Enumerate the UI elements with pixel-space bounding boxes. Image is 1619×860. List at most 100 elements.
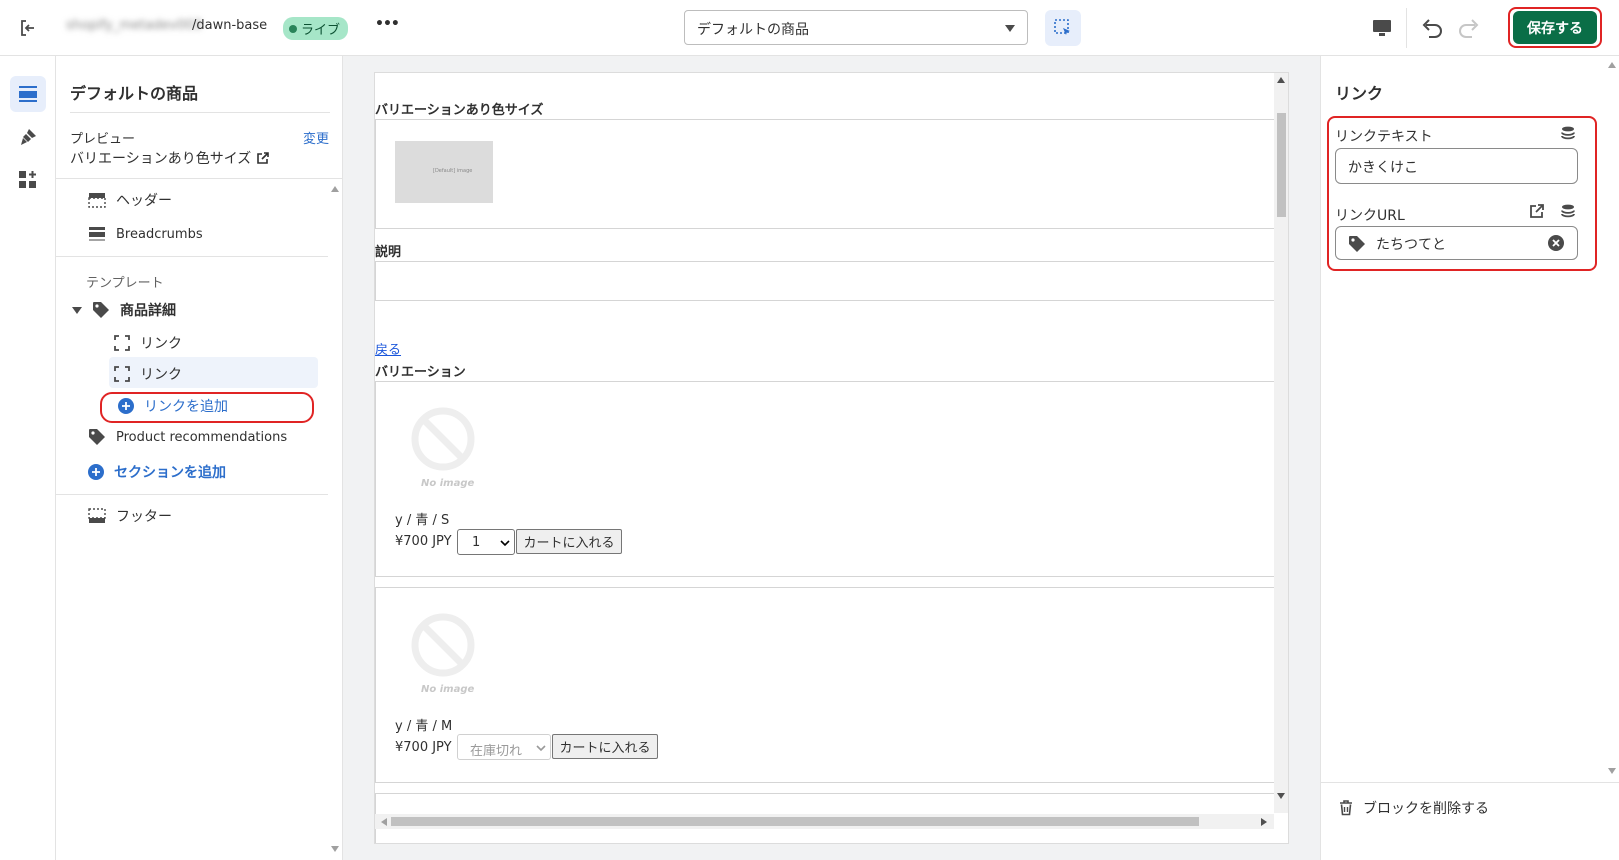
sections-tab[interactable] (10, 76, 46, 112)
settings-title: リンク (1335, 84, 1384, 103)
block-icon (114, 366, 130, 382)
variations-label: バリエーション (375, 365, 466, 380)
exit-icon[interactable] (14, 14, 42, 42)
section-product-recommendations-label: Product recommendations (116, 429, 288, 445)
description-label: 説明 (375, 245, 402, 260)
divider (1406, 8, 1407, 48)
no-image-icon (411, 613, 475, 677)
right-scrollbar[interactable] (1604, 56, 1619, 780)
desktop-view-button[interactable] (1368, 14, 1396, 42)
thumbnail-caption: [Default] image (433, 168, 473, 174)
block-link-1-label: リンク (140, 336, 182, 352)
block-link-1[interactable]: リンク (114, 333, 182, 353)
scroll-up-icon (1277, 77, 1285, 83)
icon-rail (0, 56, 56, 860)
link-text-value: かきくけこ (1348, 160, 1418, 176)
plus-circle-icon (88, 464, 104, 480)
dynamic-source-icon[interactable] (1561, 126, 1575, 141)
variant-name: y / 青 / M (395, 719, 453, 734)
variant-price: ¥700 JPY (395, 740, 452, 755)
save-button[interactable]: 保存する (1513, 11, 1597, 44)
template-select[interactable]: デフォルトの商品 (684, 10, 1028, 45)
preview-horizontal-scrollbar[interactable] (375, 814, 1274, 829)
divider (56, 178, 342, 179)
undo-icon (1422, 19, 1442, 38)
chevron-down-icon (500, 540, 510, 547)
section-icon (89, 227, 105, 241)
theme-settings-tab[interactable] (10, 119, 46, 155)
block-link-2-label: リンク (140, 367, 182, 383)
back-link[interactable]: 戻る (375, 339, 401, 358)
footer-section-icon (88, 508, 106, 523)
description-box (375, 261, 1275, 301)
scroll-down-icon (331, 846, 339, 852)
chevron-down-icon (1005, 25, 1015, 32)
section-header-label: ヘッダー (116, 193, 172, 209)
quantity-select[interactable]: 1 (457, 529, 515, 555)
add-to-cart-button[interactable]: カートに入れる (516, 529, 622, 554)
divider (56, 256, 328, 257)
scroll-right-icon (1261, 818, 1267, 826)
scroll-thumb[interactable] (391, 817, 1199, 826)
block-icon (114, 335, 130, 351)
link-url-label: リンクURL (1335, 208, 1405, 224)
scroll-left-icon (381, 818, 387, 826)
section-product-recommendations[interactable]: Product recommendations (88, 428, 287, 446)
add-section-button[interactable]: セクションを追加 (88, 462, 226, 482)
undo-button[interactable] (1418, 14, 1446, 42)
left-scrollbar[interactable] (328, 180, 342, 860)
more-actions-button[interactable]: ••• (375, 16, 400, 32)
block-link-2[interactable]: リンク (114, 364, 182, 384)
tag-icon (93, 302, 109, 318)
delete-block-label: ブロックを削除する (1363, 801, 1489, 817)
section-product-detail[interactable]: 商品詳細 (72, 300, 176, 320)
section-footer[interactable]: フッター (88, 506, 172, 526)
scroll-up-icon (331, 186, 339, 192)
trash-icon (1340, 800, 1352, 816)
variant-price: ¥700 JPY (395, 534, 452, 549)
redo-button[interactable] (1455, 14, 1483, 42)
status-badge-label: ライブ (301, 23, 341, 38)
dynamic-source-icon[interactable] (1561, 204, 1575, 219)
scroll-down-icon (1608, 768, 1616, 774)
product-image-box (375, 119, 1275, 229)
preview-vertical-scrollbar[interactable] (1274, 73, 1288, 813)
no-image-label: No image (421, 478, 475, 489)
clear-icon[interactable] (1548, 235, 1564, 251)
add-to-cart-button[interactable]: カートに入れる (552, 734, 658, 759)
no-image-icon (411, 407, 475, 471)
link-url-input[interactable]: たちつてと (1335, 226, 1578, 260)
top-bar: shopify_metadev003 /dawn-base ライブ ••• デフ… (0, 0, 1619, 56)
section-breadcrumbs[interactable]: Breadcrumbs (88, 226, 203, 242)
theme-name: /dawn-base (192, 18, 268, 33)
preview-product-link[interactable]: バリエーションあり色サイズ (70, 148, 270, 168)
scroll-thumb[interactable] (1277, 113, 1286, 217)
preview-change-link[interactable]: 変更 (303, 128, 329, 147)
block-settings-panel: リンク リンクテキスト かきくけこ リンクURL たちつてと ブロックを削除する (1320, 56, 1619, 860)
desktop-icon (1373, 20, 1391, 36)
add-section-label: セクションを追加 (114, 465, 226, 481)
link-url-value: たちつてと (1376, 237, 1446, 253)
plus-circle-icon (118, 398, 134, 414)
quantity-select-disabled: 在庫切れ (457, 734, 551, 760)
tag-icon (1349, 236, 1365, 252)
section-footer-label: フッター (116, 509, 172, 525)
divider (1321, 782, 1619, 783)
external-link-icon[interactable] (1530, 204, 1544, 218)
paint-brush-icon (21, 129, 36, 145)
add-link-button[interactable]: リンクを追加 (118, 396, 228, 416)
inspector-button[interactable] (1045, 10, 1081, 46)
link-text-input[interactable]: かきくけこ (1335, 148, 1578, 184)
status-dot-icon (289, 24, 297, 33)
product-thumbnail[interactable]: [Default] image (395, 141, 493, 203)
preview-frame: バリエーションあり色サイズ [Default] image 説明 戻る バリエー… (374, 72, 1289, 844)
section-header[interactable]: ヘッダー (88, 190, 172, 210)
chevron-down-icon (536, 745, 546, 752)
redo-icon (1459, 19, 1479, 38)
external-link-icon (257, 152, 270, 164)
template-select-value: デフォルトの商品 (697, 22, 809, 38)
preview-label: プレビュー (70, 132, 136, 147)
delete-block-button[interactable]: ブロックを削除する (1339, 798, 1489, 818)
header-section-icon (88, 193, 106, 208)
apps-tab[interactable] (10, 162, 46, 198)
